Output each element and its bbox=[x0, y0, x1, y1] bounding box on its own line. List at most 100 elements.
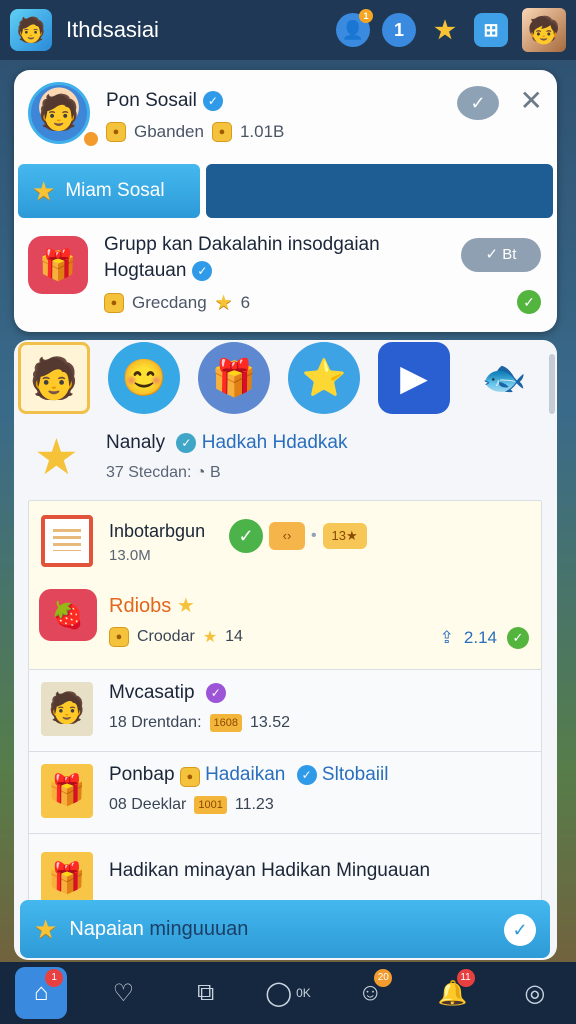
card-coin-icon: ● bbox=[109, 627, 129, 647]
nav-repost-icon[interactable]: ⧉ bbox=[180, 967, 232, 1019]
coin-icon: ● bbox=[106, 122, 126, 142]
friend-requests-icon[interactable]: 👤 1 bbox=[336, 9, 373, 47]
featured-name: Nanaly bbox=[106, 432, 166, 453]
top-bar: 🧑 Ithdsasiai 👤 1 1 ★ ⊞ 🧒 bbox=[0, 0, 576, 60]
list-item[interactable]: 🧑 Mvcasatip ✓ 18 Drentdan: 1608 13.52 bbox=[28, 670, 542, 752]
bottom-banner[interactable]: ★ Napaian minguuuan ✓ bbox=[20, 900, 550, 958]
chat-icon[interactable]: ✓ bbox=[457, 86, 499, 120]
pill-label: Bt bbox=[502, 246, 517, 263]
row-title: Hadikan minayan Hadikan Minguauan bbox=[109, 860, 431, 881]
nav-ok-label: 0K bbox=[296, 986, 311, 1000]
card-meta-star-icon: ★ bbox=[202, 629, 218, 646]
verified-icon: ✓ bbox=[202, 90, 223, 111]
nav-face-badge: 20 bbox=[374, 969, 393, 987]
card-meta-label: Croodar bbox=[137, 628, 195, 645]
banner-label-1: Napaian bbox=[69, 917, 144, 940]
group-verified-icon: ✓ bbox=[192, 260, 213, 281]
row-link-2[interactable]: Sltobaiil bbox=[322, 764, 389, 785]
banner-star-icon: ★ bbox=[34, 913, 58, 944]
card-subtitle: 13.0M bbox=[109, 547, 151, 564]
row-meta: 08 Deeklar 1001 11.23 bbox=[109, 796, 274, 814]
story-row: 🧑 😊 🎁 ⭐ ▶ 🐟 bbox=[18, 342, 540, 422]
story-fish-icon[interactable]: 🐟 bbox=[468, 342, 540, 414]
feed-panel: 🧑 😊 🎁 ⭐ ▶ 🐟 ★ Nanaly ✓ Hadkah Hdadkak 37… bbox=[14, 340, 557, 960]
profile-sub-value: 1.01B bbox=[239, 122, 285, 141]
card-highlight: Rdiobs ★ bbox=[109, 593, 195, 618]
app-logo-icon[interactable]: 🧑 bbox=[10, 9, 52, 51]
nav-face-icon[interactable]: ☺ 20 bbox=[344, 967, 396, 1019]
upload-icon[interactable]: ⇪ bbox=[440, 628, 454, 648]
story-avatar-selected[interactable]: 🧑 bbox=[18, 342, 90, 414]
group-sub-label: Grecdang bbox=[132, 292, 207, 312]
card-right-value: 2.14 bbox=[463, 628, 497, 647]
row-link[interactable]: Hadaikan bbox=[205, 764, 285, 785]
banner-label-2: minguuuan bbox=[149, 917, 249, 940]
featured-sub-suffix: B bbox=[209, 464, 221, 481]
tab-miam-sosal[interactable]: ★ Miam Sosal bbox=[18, 164, 200, 218]
code-badge-icon: ‹› bbox=[269, 522, 305, 550]
group-subline: ● Grecdang ★ 6 bbox=[104, 290, 250, 315]
nav-heart-icon[interactable]: ♡ bbox=[97, 967, 149, 1019]
bottom-nav: ⌂ 1 ♡ ⧉ ◯ 0K ☺ 20 🔔 11 ◎ bbox=[0, 962, 576, 1024]
tab-row: ★ Miam Sosal bbox=[18, 164, 553, 218]
banner-check-icon[interactable]: ✓ bbox=[504, 914, 536, 946]
apps-icon[interactable]: ⊞ bbox=[474, 13, 508, 47]
row-title: Ponbap ● Hadaikan ✓ Sltobaiil bbox=[109, 764, 388, 787]
card-highlight-text: Rdiobs bbox=[109, 595, 172, 617]
featured-verified-icon: ✓ bbox=[176, 432, 197, 453]
nav-bell-icon[interactable]: 🔔 11 bbox=[427, 967, 479, 1019]
favorites-icon[interactable]: ★ bbox=[428, 13, 462, 47]
featured-star-icon: ★ bbox=[34, 429, 79, 485]
badge-num: 13 bbox=[331, 528, 347, 543]
featured-sub: 37 Stecdan: ◔ B bbox=[106, 464, 221, 482]
profile-avatar[interactable]: 🧑 bbox=[28, 82, 90, 144]
app-title: Ithdsasiai bbox=[66, 17, 159, 42]
row-meta-label: 08 Deeklar bbox=[109, 796, 187, 813]
row-gift-icon: 🎁 bbox=[41, 764, 93, 818]
group-action-pill[interactable]: ✓ Bt bbox=[461, 238, 541, 272]
story-play-icon[interactable]: ▶ bbox=[378, 342, 450, 414]
story-star-icon[interactable]: ⭐ bbox=[288, 342, 360, 414]
featured-link[interactable]: Hadkah Hdadkak bbox=[202, 432, 348, 453]
scrollbar[interactable] bbox=[549, 354, 555, 414]
strawberry-gift-icon: 🍓 bbox=[39, 589, 97, 641]
row-meta-label: 18 Drentdan: bbox=[109, 714, 202, 731]
row-tag: 1001 bbox=[194, 796, 227, 814]
row-coin-icon: ● bbox=[179, 767, 200, 787]
row-gift-icon: 🎁 bbox=[41, 852, 93, 906]
card-meta-value: 14 bbox=[225, 628, 243, 645]
group-coin-icon: ● bbox=[104, 292, 124, 313]
banner-label: Napaian minguuuan bbox=[69, 918, 248, 941]
avatar-status-badge bbox=[82, 130, 100, 148]
card-meta: ● Croodar ★ 14 bbox=[109, 627, 243, 647]
row-tag: 1608 bbox=[209, 714, 242, 732]
notification-count-icon[interactable]: 1 bbox=[382, 13, 416, 47]
list-item[interactable]: 🎁 Ponbap ● Hadaikan ✓ Sltobaiil 08 Deekl… bbox=[28, 752, 542, 834]
card-ok-icon: ✓ bbox=[507, 627, 529, 649]
nav-ok-item[interactable]: ◯ 0K bbox=[262, 967, 314, 1019]
nav-settings-icon[interactable]: ◎ bbox=[509, 967, 561, 1019]
group-star-icon: ★ bbox=[214, 292, 233, 314]
featured-sub-icon: ◔ bbox=[195, 464, 206, 481]
nav-home-icon[interactable]: ⌂ 1 bbox=[15, 967, 68, 1019]
tab-secondary[interactable] bbox=[206, 164, 553, 218]
card-badges: ✓ ‹› • 13★ bbox=[229, 519, 367, 553]
profile-name: Pon Sosail ✓ bbox=[106, 90, 223, 112]
row-verified-icon: ✓ bbox=[205, 682, 226, 703]
row-value: 13.52 bbox=[250, 714, 291, 731]
story-star-smile-icon[interactable]: 😊 bbox=[108, 342, 180, 414]
gift-bag-icon: 🎁 bbox=[28, 236, 88, 294]
profile-name-text: Pon Sosail bbox=[106, 90, 197, 111]
highlight-card[interactable]: Inbotarbgun 13.0M ✓ ‹› • 13★ 🍓 Rdiobs ★ … bbox=[28, 500, 542, 670]
row-meta: 18 Drentdan: 1608 13.52 bbox=[109, 714, 290, 732]
row-title-text: Mvcasatip bbox=[109, 682, 195, 703]
story-gift-icon[interactable]: 🎁 bbox=[198, 342, 270, 414]
row-title: Mvcasatip ✓ bbox=[109, 682, 226, 704]
row-verified-icon: ✓ bbox=[296, 764, 317, 785]
user-avatar[interactable]: 🧒 bbox=[522, 8, 566, 52]
card-right: ⇪ 2.14 ✓ bbox=[440, 627, 529, 649]
close-icon[interactable]: ✕ bbox=[520, 84, 543, 117]
check-badge-icon: ✓ bbox=[229, 519, 263, 553]
group-check-icon: ✓ bbox=[517, 290, 541, 314]
star-icon: ★ bbox=[32, 175, 56, 206]
